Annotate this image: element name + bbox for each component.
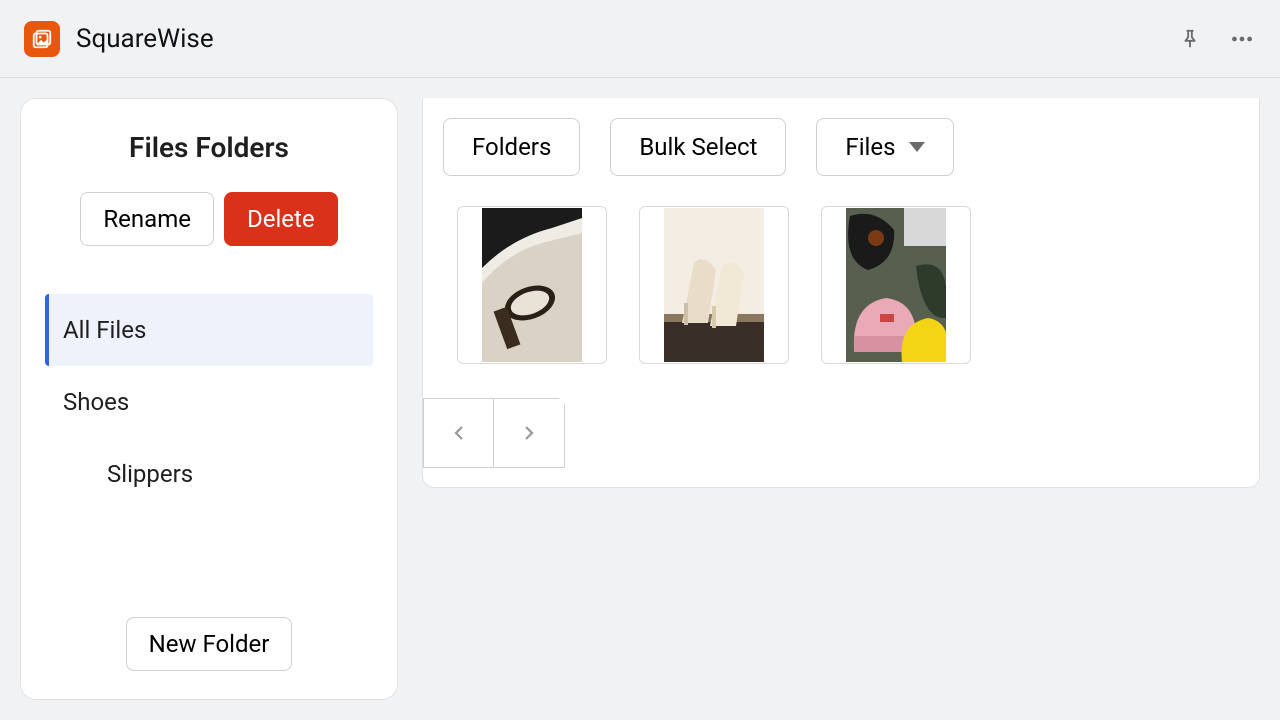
- new-folder-button[interactable]: New Folder: [126, 617, 293, 671]
- bulk-select-button[interactable]: Bulk Select: [610, 118, 786, 176]
- sidebar-panel: Files Folders Rename Delete All Files Sh…: [20, 98, 398, 700]
- image-stack-icon: [31, 28, 53, 50]
- file-thumb-beanies[interactable]: [821, 206, 971, 364]
- watch-thumbnail-icon: [482, 208, 582, 362]
- sidebar-actions: Rename Delete: [45, 192, 373, 246]
- files-dropdown[interactable]: Files: [816, 118, 954, 176]
- sidebar-title: Files Folders: [45, 131, 373, 164]
- more-button[interactable]: [1228, 25, 1256, 53]
- folder-list: All Files Shoes Slippers: [45, 294, 373, 597]
- pager: [423, 398, 565, 468]
- pin-icon: [1179, 28, 1201, 50]
- delete-button[interactable]: Delete: [224, 192, 338, 246]
- folder-item-all-files[interactable]: All Files: [45, 294, 373, 366]
- pager-next-button[interactable]: [494, 399, 564, 467]
- app-title: SquareWise: [76, 24, 214, 54]
- chevron-right-icon: [520, 419, 538, 447]
- folder-label: Slippers: [107, 460, 193, 488]
- chevron-down-icon: [909, 142, 925, 152]
- folder-item-shoes[interactable]: Shoes: [45, 366, 373, 438]
- main-area: Files Folders Rename Delete All Files Sh…: [0, 78, 1280, 720]
- folder-item-slippers[interactable]: Slippers: [45, 438, 373, 510]
- thumbnail-row: [443, 206, 1239, 364]
- heels-thumbnail-icon: [664, 208, 764, 362]
- more-horizontal-icon: [1229, 26, 1255, 52]
- content-toolbar: Folders Bulk Select Files: [443, 118, 1239, 176]
- file-thumb-watch[interactable]: [457, 206, 607, 364]
- folder-label: All Files: [63, 316, 146, 344]
- files-dropdown-label: Files: [845, 133, 895, 161]
- sidebar-footer: New Folder: [45, 617, 373, 671]
- pager-prev-button[interactable]: [424, 399, 494, 467]
- beanies-thumbnail-icon: [846, 208, 946, 362]
- content-panel: Folders Bulk Select Files: [422, 98, 1260, 488]
- app-logo: [24, 21, 60, 57]
- rename-button[interactable]: Rename: [80, 192, 214, 246]
- chevron-left-icon: [450, 419, 468, 447]
- file-thumb-heels[interactable]: [639, 206, 789, 364]
- folder-label: Shoes: [63, 388, 129, 416]
- folders-button[interactable]: Folders: [443, 118, 580, 176]
- pin-button[interactable]: [1176, 25, 1204, 53]
- app-header: SquareWise: [0, 0, 1280, 78]
